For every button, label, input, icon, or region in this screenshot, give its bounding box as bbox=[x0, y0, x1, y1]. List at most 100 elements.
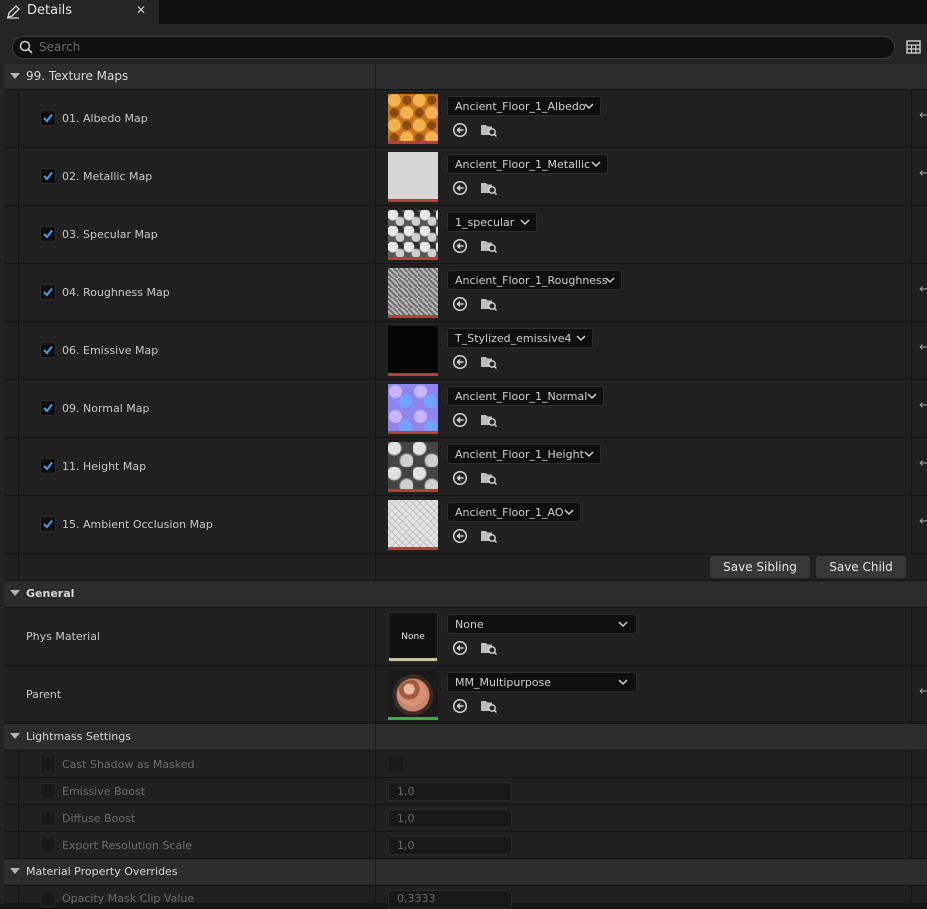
metallic-checkbox[interactable] bbox=[40, 168, 56, 184]
save-child-button[interactable]: Save Child bbox=[816, 556, 906, 578]
collapse-arrow-icon[interactable] bbox=[10, 590, 20, 596]
metallic-asset-combo[interactable]: Ancient_Floor_1_Metallic bbox=[447, 154, 608, 174]
roughness-checkbox[interactable] bbox=[40, 284, 56, 300]
browse-asset-icon[interactable] bbox=[480, 354, 498, 370]
use-selected-asset-icon[interactable] bbox=[452, 640, 468, 656]
use-selected-asset-icon[interactable] bbox=[452, 122, 468, 138]
category-material-property-overrides[interactable]: Material Property Overrides bbox=[4, 859, 927, 886]
export-resolution-field[interactable]: 1,0 bbox=[388, 836, 512, 855]
use-selected-asset-icon[interactable] bbox=[452, 528, 468, 544]
category-general[interactable]: General bbox=[4, 581, 927, 608]
tab-details[interactable]: Details ✕ bbox=[0, 0, 159, 24]
collapse-arrow-icon[interactable] bbox=[10, 73, 20, 79]
chevron-down-icon bbox=[587, 393, 597, 400]
normal-asset-combo[interactable]: Ancient_Floor_1_Normal bbox=[447, 386, 604, 406]
roughness-thumbnail[interactable] bbox=[388, 268, 438, 318]
reset-to-default-icon[interactable]: ↩ bbox=[919, 340, 927, 355]
normal-thumbnail[interactable] bbox=[388, 384, 438, 434]
table-view-icon[interactable] bbox=[906, 40, 921, 57]
specular-asset-combo[interactable]: 1_specular bbox=[447, 212, 537, 232]
use-selected-asset-icon[interactable] bbox=[452, 180, 468, 196]
category-title: Lightmass Settings bbox=[26, 730, 131, 743]
browse-asset-icon[interactable] bbox=[480, 122, 498, 138]
opacity-mask-override-checkbox[interactable] bbox=[40, 891, 56, 907]
collapse-arrow-icon[interactable] bbox=[10, 868, 20, 874]
property-label: 15. Ambient Occlusion Map bbox=[62, 518, 213, 531]
property-label: Phys Material bbox=[26, 630, 101, 643]
browse-asset-icon[interactable] bbox=[480, 180, 498, 196]
cast-shadow-value-checkbox[interactable] bbox=[388, 756, 404, 772]
use-selected-asset-icon[interactable] bbox=[452, 238, 468, 254]
chevron-down-icon bbox=[605, 277, 615, 284]
category-lightmass-settings[interactable]: Lightmass Settings bbox=[4, 724, 927, 751]
use-selected-asset-icon[interactable] bbox=[452, 354, 468, 370]
albedo-checkbox[interactable] bbox=[40, 110, 56, 126]
emissive-thumbnail[interactable] bbox=[388, 326, 438, 376]
ao-asset-combo[interactable]: Ancient_Floor_1_AO bbox=[447, 502, 581, 522]
emissive-asset-combo[interactable]: T_Stylized_emissive4 bbox=[447, 328, 593, 348]
search-box bbox=[12, 36, 895, 59]
diffuse-boost-field[interactable]: 1,0 bbox=[388, 809, 512, 828]
roughness-asset-combo[interactable]: Ancient_Floor_1_Roughness bbox=[447, 270, 622, 290]
property-label: Parent bbox=[26, 688, 62, 701]
close-icon[interactable]: ✕ bbox=[136, 3, 146, 17]
parent-material-combo[interactable]: MM_Multipurpose bbox=[447, 672, 637, 692]
reset-to-default-icon[interactable]: ↩ bbox=[919, 684, 927, 699]
opacity-mask-field[interactable]: 0,3333 bbox=[388, 890, 512, 909]
ao-thumbnail[interactable] bbox=[388, 500, 438, 550]
metallic-thumbnail[interactable] bbox=[388, 152, 438, 202]
reset-to-default-icon[interactable]: ↩ bbox=[919, 282, 927, 297]
browse-asset-icon[interactable] bbox=[480, 470, 498, 486]
normal-checkbox[interactable] bbox=[40, 400, 56, 416]
use-selected-asset-icon[interactable] bbox=[452, 412, 468, 428]
property-row-specular: 03. Specular Map 1_specular bbox=[4, 206, 927, 264]
tab-title: Details bbox=[27, 3, 73, 18]
browse-asset-icon[interactable] bbox=[480, 698, 498, 714]
cast-shadow-override-checkbox[interactable] bbox=[40, 756, 56, 772]
reset-to-default-icon[interactable]: ↩ bbox=[919, 456, 927, 471]
specular-checkbox[interactable] bbox=[40, 226, 56, 242]
diffuse-boost-override-checkbox[interactable] bbox=[40, 810, 56, 826]
ao-checkbox[interactable] bbox=[40, 516, 56, 532]
height-thumbnail[interactable] bbox=[388, 442, 438, 492]
parent-material-thumbnail[interactable] bbox=[388, 670, 438, 720]
search-input[interactable] bbox=[39, 38, 879, 56]
export-resolution-override-checkbox[interactable] bbox=[40, 837, 56, 853]
phys-material-combo[interactable]: None bbox=[447, 614, 637, 634]
reset-to-default-icon[interactable]: ↩ bbox=[919, 166, 927, 181]
emissive-checkbox[interactable] bbox=[40, 342, 56, 358]
albedo-thumbnail[interactable] bbox=[388, 94, 438, 144]
property-row-diffuse-boost: Diffuse Boost 1,0 bbox=[4, 805, 927, 832]
property-row-phys-material: Phys Material None None bbox=[4, 608, 927, 666]
reset-to-default-icon[interactable]: ↩ bbox=[919, 108, 927, 123]
property-row-cast-shadow: Cast Shadow as Masked bbox=[4, 751, 927, 778]
browse-asset-icon[interactable] bbox=[480, 296, 498, 312]
property-row-metallic: 02. Metallic Map Ancient_Floor_1_Metalli… bbox=[4, 148, 927, 206]
emissive-boost-field[interactable]: 1,0 bbox=[388, 782, 512, 801]
chevron-down-icon bbox=[618, 679, 628, 686]
pencil-icon bbox=[5, 4, 21, 23]
property-label: 06. Emissive Map bbox=[62, 344, 159, 357]
reset-to-default-icon[interactable]: ↩ bbox=[919, 514, 927, 529]
reset-to-default-icon[interactable]: ↩ bbox=[919, 398, 927, 413]
save-sibling-button[interactable]: Save Sibling bbox=[710, 556, 810, 578]
browse-asset-icon[interactable] bbox=[480, 640, 498, 656]
property-label: Diffuse Boost bbox=[62, 812, 136, 825]
collapse-arrow-icon[interactable] bbox=[10, 733, 20, 739]
property-row-ao: 15. Ambient Occlusion Map Ancient_Floor_… bbox=[4, 496, 927, 554]
chevron-down-icon bbox=[584, 451, 594, 458]
specular-thumbnail[interactable] bbox=[388, 210, 438, 260]
albedo-asset-combo[interactable]: Ancient_Floor_1_Albedo bbox=[447, 96, 601, 116]
property-label: Export Resolution Scale bbox=[62, 839, 193, 852]
phys-material-thumbnail[interactable]: None bbox=[388, 612, 438, 662]
use-selected-asset-icon[interactable] bbox=[452, 698, 468, 714]
browse-asset-icon[interactable] bbox=[480, 238, 498, 254]
emissive-boost-override-checkbox[interactable] bbox=[40, 783, 56, 799]
browse-asset-icon[interactable] bbox=[480, 528, 498, 544]
use-selected-asset-icon[interactable] bbox=[452, 470, 468, 486]
browse-asset-icon[interactable] bbox=[480, 412, 498, 428]
category-texture-maps[interactable]: 99. Texture Maps bbox=[4, 64, 927, 90]
height-asset-combo[interactable]: Ancient_Floor_1_Height bbox=[447, 444, 601, 464]
use-selected-asset-icon[interactable] bbox=[452, 296, 468, 312]
height-checkbox[interactable] bbox=[40, 458, 56, 474]
